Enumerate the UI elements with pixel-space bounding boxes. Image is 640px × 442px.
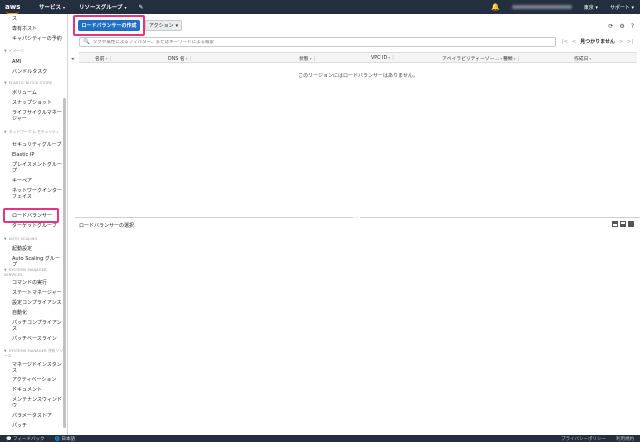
detail-pane-title: ロードバランサーの選択: [79, 223, 135, 229]
sidebar-item-documents[interactable]: ドキュメント: [12, 387, 64, 393]
language-selector[interactable]: 🌐 日本語: [54, 436, 75, 442]
column-header-state[interactable]: 状態▾ |: [299, 55, 315, 62]
sidebar-item-security-groups[interactable]: セキュリティグループ: [12, 142, 64, 148]
footer: 💬 フィードバック 🌐 日本語 プライバシーポリシー 利用規約: [0, 435, 640, 442]
account-menu[interactable]: [511, 5, 572, 9]
actions-button[interactable]: アクション ▾: [145, 20, 182, 31]
table-header: 名前▾ | DNS 名▾ | 状態▾ | VPC ID▾ | アベイラビリティーゾー…▾…: [79, 52, 637, 63]
sidebar-scrollbar[interactable]: [63, 98, 66, 428]
sidebar-item-managed-instances[interactable]: マネージドインスタンス: [12, 362, 64, 374]
next-page-icon[interactable]: >: [619, 39, 623, 45]
triangle-down-icon: ▼: [4, 81, 7, 85]
sidebar-section-auto-scaling[interactable]: ▼ AUTO SCALING: [4, 236, 64, 242]
sidebar-item[interactable]: ス: [12, 16, 64, 22]
pager-text: 見つかりません: [580, 39, 615, 45]
triangle-down-icon: ▼: [4, 49, 7, 53]
pager: |< < 見つかりません > >|: [562, 38, 633, 46]
sidebar-item-launch-configurations[interactable]: 起動設定: [12, 246, 64, 252]
sidebar-item-key-pairs[interactable]: キーペア: [12, 178, 64, 184]
column-header-vpc-id[interactable]: VPC ID▾ |: [371, 55, 394, 61]
sidebar-item-automation[interactable]: 自動化: [12, 310, 64, 316]
sidebar-item-capacity-reservations[interactable]: キャパシティーの予約: [12, 36, 64, 42]
drag-handle-icon[interactable]: ⋯: [353, 215, 360, 221]
sidebar-item-patch-baselines[interactable]: パッチベースライン: [12, 336, 64, 342]
sidebar-item-patch-compliance[interactable]: パッチコンプライアンス: [12, 320, 64, 332]
support-menu[interactable]: サポート ▾: [610, 4, 634, 11]
column-header-availability-zone[interactable]: アベイラビリティーゾー…▾ |: [442, 55, 506, 62]
aws-logo[interactable]: aws: [5, 3, 25, 14]
pane-bottom-icon[interactable]: [620, 221, 626, 227]
sidebar-item-elastic-ip[interactable]: Elastic IP: [12, 152, 64, 158]
footer-links: プライバシーポリシー 利用規約: [561, 436, 634, 442]
chevron-down-icon: ▾: [63, 4, 66, 10]
column-header-created[interactable]: 作成日▾: [574, 55, 591, 62]
sidebar-section-ssm-shared[interactable]: ▼ SYSTEMS MANAGER 共有リソース: [4, 348, 64, 358]
actions-label: アクション: [148, 23, 174, 29]
pin-icon[interactable]: ✎: [138, 4, 143, 11]
sidebar-item-state-manager[interactable]: ステートマネージャー: [12, 290, 64, 296]
prev-page-icon[interactable]: <: [572, 39, 576, 45]
sidebar-section-ssm-services[interactable]: ▼ SYSTEMS MANAGER SERVICES: [4, 267, 64, 277]
sidebar-collapse-icon[interactable]: ◂: [71, 56, 74, 62]
resource-groups-label: リソースグループ: [79, 5, 123, 11]
terms-link[interactable]: 利用規約: [616, 436, 634, 442]
search-icon: 🔍: [83, 39, 90, 45]
toolbar-icons: ⟳ ⚙ ?: [608, 23, 634, 30]
nav-right: 🔔 東京 ▾ サポート ▾: [491, 0, 634, 14]
sidebar-item-volumes[interactable]: ボリューム: [12, 90, 64, 96]
triangle-down-icon: ▼: [4, 130, 7, 134]
column-header-type[interactable]: 種類▾ |: [503, 55, 519, 62]
chevron-down-icon: ▾: [124, 4, 127, 10]
feedback-link[interactable]: 💬 フィードバック: [6, 436, 44, 442]
sidebar-item-snapshots[interactable]: スナップショット: [12, 100, 64, 106]
highlight-load-balancers: [3, 208, 59, 223]
help-icon[interactable]: ?: [631, 23, 634, 30]
chevron-down-icon: ▾: [175, 22, 179, 29]
sidebar-item-dedicated-hosts[interactable]: 専有ホスト: [12, 26, 64, 32]
sidebar-item-config-compliance[interactable]: 設定コンプライアンス: [12, 300, 64, 306]
refresh-icon[interactable]: ⟳: [608, 23, 613, 30]
sidebar-item-parameter-store[interactable]: パラメータストア: [12, 413, 64, 419]
sidebar-section-images[interactable]: ▼ イメージ: [4, 48, 64, 54]
top-nav: aws サービス ▾ リソースグループ ▾ ✎ 🔔 東京 ▾ サポート ▾: [0, 0, 640, 14]
column-header-dns[interactable]: DNS 名▾ |: [168, 55, 191, 62]
column-header-name[interactable]: 名前▾ |: [95, 55, 111, 62]
privacy-link[interactable]: プライバシーポリシー: [561, 436, 606, 442]
search-bar: 🔍: [79, 37, 556, 47]
pane-top-icon[interactable]: [612, 221, 618, 227]
highlight-create-button: [73, 15, 145, 36]
sidebar-item-maintenance-windows[interactable]: メンテナンスウィンドウ: [12, 397, 64, 409]
empty-table-message: このリージョンにはロードバランサーはありません。: [298, 73, 418, 79]
region-menu[interactable]: 東京 ▾: [584, 4, 598, 11]
pane-layout-icons: [612, 221, 634, 227]
sidebar-item-run-command[interactable]: コマンドの実行: [12, 280, 64, 286]
sidebar-item-ami[interactable]: AMI: [12, 59, 64, 65]
first-page-icon[interactable]: |<: [562, 39, 568, 45]
sidebar-item-target-groups[interactable]: ターゲットグループ: [12, 223, 64, 229]
sidebar-item-patch[interactable]: パッチ: [12, 423, 64, 429]
search-input[interactable]: [92, 39, 555, 45]
pane-full-icon[interactable]: [628, 221, 634, 227]
resource-groups-menu[interactable]: リソースグループ ▾: [79, 3, 127, 12]
bell-icon[interactable]: 🔔: [491, 3, 500, 11]
sidebar-section-network-security[interactable]: ▼ ネットワーク & セキュリティ: [4, 129, 64, 135]
services-menu[interactable]: サービス ▾: [39, 3, 66, 12]
sidebar-item-lifecycle-manager[interactable]: ライフサイクルマネージャー: [12, 110, 64, 122]
sidebar-item-activations[interactable]: アクティベーション: [12, 377, 64, 383]
sidebar: ス 専有ホスト キャパシティーの予約 ▼ イメージ AMI バンドルタスク ▼ EL…: [0, 14, 68, 435]
sidebar-item-network-interfaces[interactable]: ネットワークインターフェイス: [12, 188, 64, 200]
sidebar-item-bundle-tasks[interactable]: バンドルタスク: [12, 69, 64, 75]
gear-icon[interactable]: ⚙: [619, 23, 624, 30]
last-page-icon[interactable]: >|: [627, 39, 633, 45]
services-label: サービス: [39, 5, 62, 11]
sidebar-item-placement-groups[interactable]: プレイスメントグループ: [12, 162, 64, 174]
sidebar-section-ebs[interactable]: ▼ ELASTIC BLOCK STORE: [4, 80, 64, 86]
triangle-down-icon: ▼: [4, 237, 7, 241]
